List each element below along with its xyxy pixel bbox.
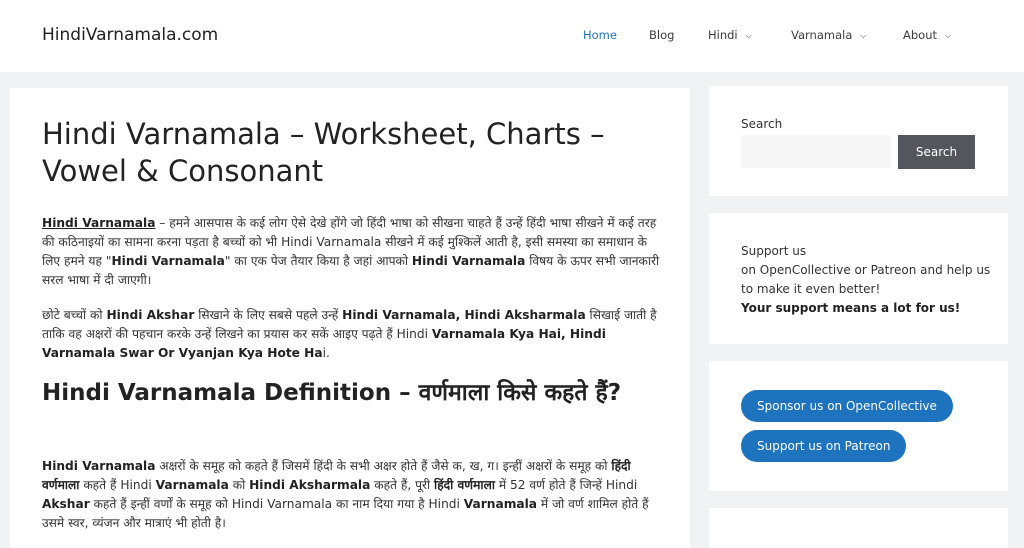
page-title: Hindi Varnamala – Worksheet, Charts – Vo… <box>42 117 605 188</box>
support-line: on OpenCollective or Patreon and help us… <box>741 263 991 296</box>
bold-text: Hindi Varnamala <box>411 254 526 268</box>
support-patreon-button[interactable]: Support us on Patreon <box>741 430 907 462</box>
article-container: Hindi Varnamala – Worksheet, Charts – Vo… <box>10 88 690 548</box>
nav-item-label: Varnamala <box>791 28 853 42</box>
search-input[interactable] <box>741 135 891 168</box>
text-run: सिखाने के लिए सबसे पहले उन्हें <box>194 308 343 322</box>
text-run: " का एक पेज तैयार किया है जहां आपको <box>224 254 412 268</box>
nav-item-blog[interactable]: Blog <box>649 28 674 42</box>
text-run: में 52 वर्ण होते हैं जिन्हें Hindi <box>494 478 638 492</box>
article-paragraph: Hindi Varnamala – हमने आसपास के कई लोग ऐ… <box>42 214 667 290</box>
support-emphasis: Your support means a lot for us! <box>741 301 961 315</box>
text-run: को <box>228 478 250 492</box>
support-widget: Support us on OpenCollective or Patreon … <box>709 213 1008 344</box>
article-paragraph: Hindi Varnamala अक्षरों के समूह को कहते … <box>42 457 667 533</box>
bold-text: Hindi Akshar <box>106 308 195 322</box>
chevron-down-icon: ⌵ <box>945 31 952 40</box>
chevron-down-icon: ⌵ <box>745 31 752 40</box>
nav-item-label: Blog <box>649 28 675 42</box>
search-widget: Search Search <box>709 86 1008 196</box>
article-paragraph: छोटे बच्चों को Hindi Akshar सिखाने के लि… <box>42 306 667 363</box>
sidebar-widget <box>709 508 1008 548</box>
nav-item-label: Home <box>583 28 617 42</box>
bold-text: Hindi Varnamala <box>42 459 156 473</box>
sponsor-widget: Sponsor us on OpenCollective Support us … <box>709 361 1008 491</box>
text-run: अक्षरों के समूह को कहते हैं जिसमें हिंदी… <box>155 459 612 473</box>
nav-item-varnamala[interactable]: Varnamala ⌵ <box>791 28 866 42</box>
bold-text: Akshar <box>42 497 90 511</box>
text-run: छोटे बच्चों को <box>42 308 107 322</box>
bold-text: Hindi Aksharmala <box>249 478 371 492</box>
section-heading: Hindi Varnamala Definition – वर्णमाला कि… <box>42 380 622 406</box>
text-run: कहते हैं Hindi <box>79 478 156 492</box>
search-button[interactable]: Search <box>898 135 975 169</box>
bold-text: Hindi Varnamala, Hindi Aksharmala <box>342 308 586 322</box>
chevron-down-icon: ⌵ <box>860 31 867 40</box>
support-text: Support us on OpenCollective or Patreon … <box>741 242 991 318</box>
bold-text: Hindi Varnamala <box>42 216 156 230</box>
bold-text: हिंदी वर्णमाला <box>434 478 495 492</box>
search-label: Search <box>741 117 783 131</box>
text-run: कहते हैं इन्हीं वर्णों के समूह को Hindi … <box>89 497 464 511</box>
text-run: कहते हैं, पूरी <box>370 478 435 492</box>
bold-text: Varnamala <box>155 478 229 492</box>
bold-text: Varnamala <box>463 497 538 511</box>
nav-item-label: About <box>903 28 938 42</box>
site-title-link[interactable]: HindiVarnamala.com <box>42 25 218 45</box>
text-run: i. <box>322 346 330 360</box>
support-line: Support us <box>741 244 807 258</box>
bold-text: Hindi Varnamala <box>111 254 225 268</box>
nav-item-label: Hindi <box>708 28 738 42</box>
nav-item-hindi[interactable]: Hindi ⌵ <box>708 28 752 42</box>
nav-item-home[interactable]: Home <box>583 28 617 42</box>
nav-item-about[interactable]: About ⌵ <box>903 28 951 42</box>
sponsor-opencollective-button[interactable]: Sponsor us on OpenCollective <box>741 390 953 422</box>
site-header: HindiVarnamala.com Home Blog Hindi ⌵ Varn… <box>0 0 1024 72</box>
